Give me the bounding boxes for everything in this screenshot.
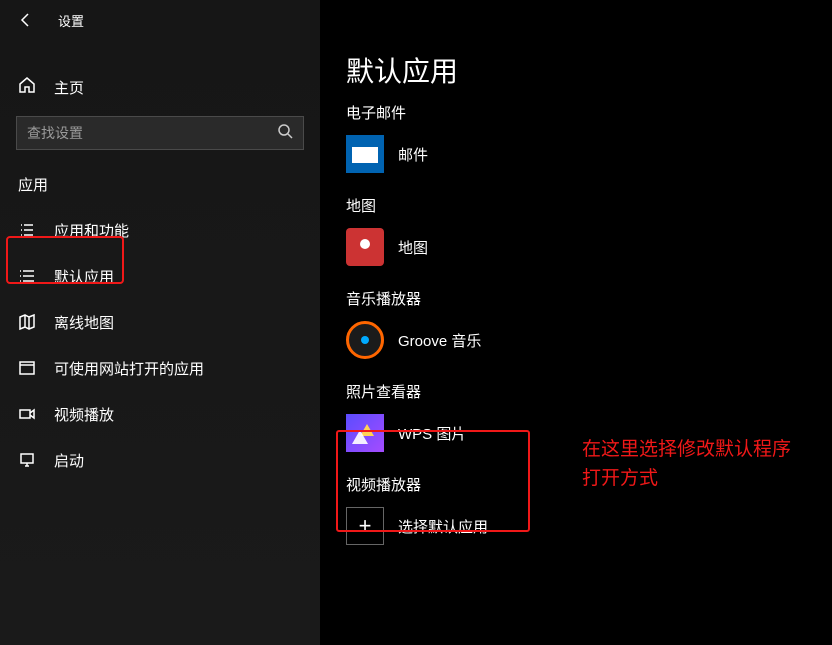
website-icon [18, 359, 36, 377]
category-email: 电子邮件 邮件 [346, 102, 832, 173]
app-name: 邮件 [398, 144, 428, 165]
sidebar-item-offline-maps[interactable]: 离线地图 [0, 299, 320, 345]
category-label: 地图 [346, 195, 832, 216]
search-row [16, 116, 304, 150]
category-label: 电子邮件 [346, 102, 832, 123]
mail-icon [346, 135, 384, 173]
list-icon [18, 221, 36, 239]
back-icon[interactable] [18, 12, 34, 28]
sidebar-item-label: 应用和功能 [54, 220, 129, 241]
default-app-music[interactable]: Groove 音乐 [346, 321, 832, 359]
plus-icon: + [346, 507, 384, 545]
default-app-email[interactable]: 邮件 [346, 135, 832, 173]
wps-photo-icon [346, 414, 384, 452]
sidebar-item-startup[interactable]: 启动 [0, 437, 320, 483]
sidebar-item-apps-features[interactable]: 应用和功能 [0, 207, 320, 253]
app-name: 选择默认应用 [398, 516, 488, 537]
category-label: 音乐播放器 [346, 288, 832, 309]
sidebar-home[interactable]: 主页 [0, 66, 320, 108]
sidebar-item-video-playback[interactable]: 视频播放 [0, 391, 320, 437]
app-name: Groove 音乐 [398, 330, 481, 351]
search-icon [277, 123, 293, 144]
default-apps-icon [18, 267, 36, 285]
sidebar-item-default-apps[interactable]: 默认应用 [0, 253, 320, 299]
sidebar-item-website-apps[interactable]: 可使用网站打开的应用 [0, 345, 320, 391]
sidebar: 设置 主页 应用 应用和功能 默认应用 离线地图 [0, 0, 320, 645]
app-name: 地图 [398, 237, 428, 258]
sidebar-item-label: 离线地图 [54, 312, 114, 333]
search-box[interactable] [16, 116, 304, 150]
category-label: 照片查看器 [346, 381, 832, 402]
map-icon [18, 313, 36, 331]
header: 设置 [0, 0, 320, 40]
sidebar-item-label: 视频播放 [54, 404, 114, 425]
app-name: WPS 图片 [398, 423, 466, 444]
sidebar-item-label: 默认应用 [54, 266, 114, 287]
search-input[interactable] [27, 125, 277, 141]
sidebar-item-label: 可使用网站打开的应用 [54, 358, 204, 379]
startup-icon [18, 451, 36, 469]
sidebar-home-label: 主页 [54, 77, 84, 98]
sidebar-section-title: 应用 [0, 150, 320, 207]
default-app-maps[interactable]: 地图 [346, 228, 832, 266]
category-music: 音乐播放器 Groove 音乐 [346, 288, 832, 359]
default-app-video[interactable]: + 选择默认应用 [346, 507, 832, 545]
groove-icon [346, 321, 384, 359]
page-title: 默认应用 [346, 50, 832, 90]
home-icon [18, 76, 36, 99]
video-icon [18, 405, 36, 423]
header-title: 设置 [58, 11, 84, 30]
annotation-text: 在这里选择修改默认程序打开方式 [582, 436, 802, 493]
sidebar-item-label: 启动 [54, 450, 84, 471]
maps-icon [346, 228, 384, 266]
category-maps: 地图 地图 [346, 195, 832, 266]
main: 默认应用 电子邮件 邮件 地图 地图 音乐播放器 Groove 音乐 照片查看器… [320, 0, 832, 645]
